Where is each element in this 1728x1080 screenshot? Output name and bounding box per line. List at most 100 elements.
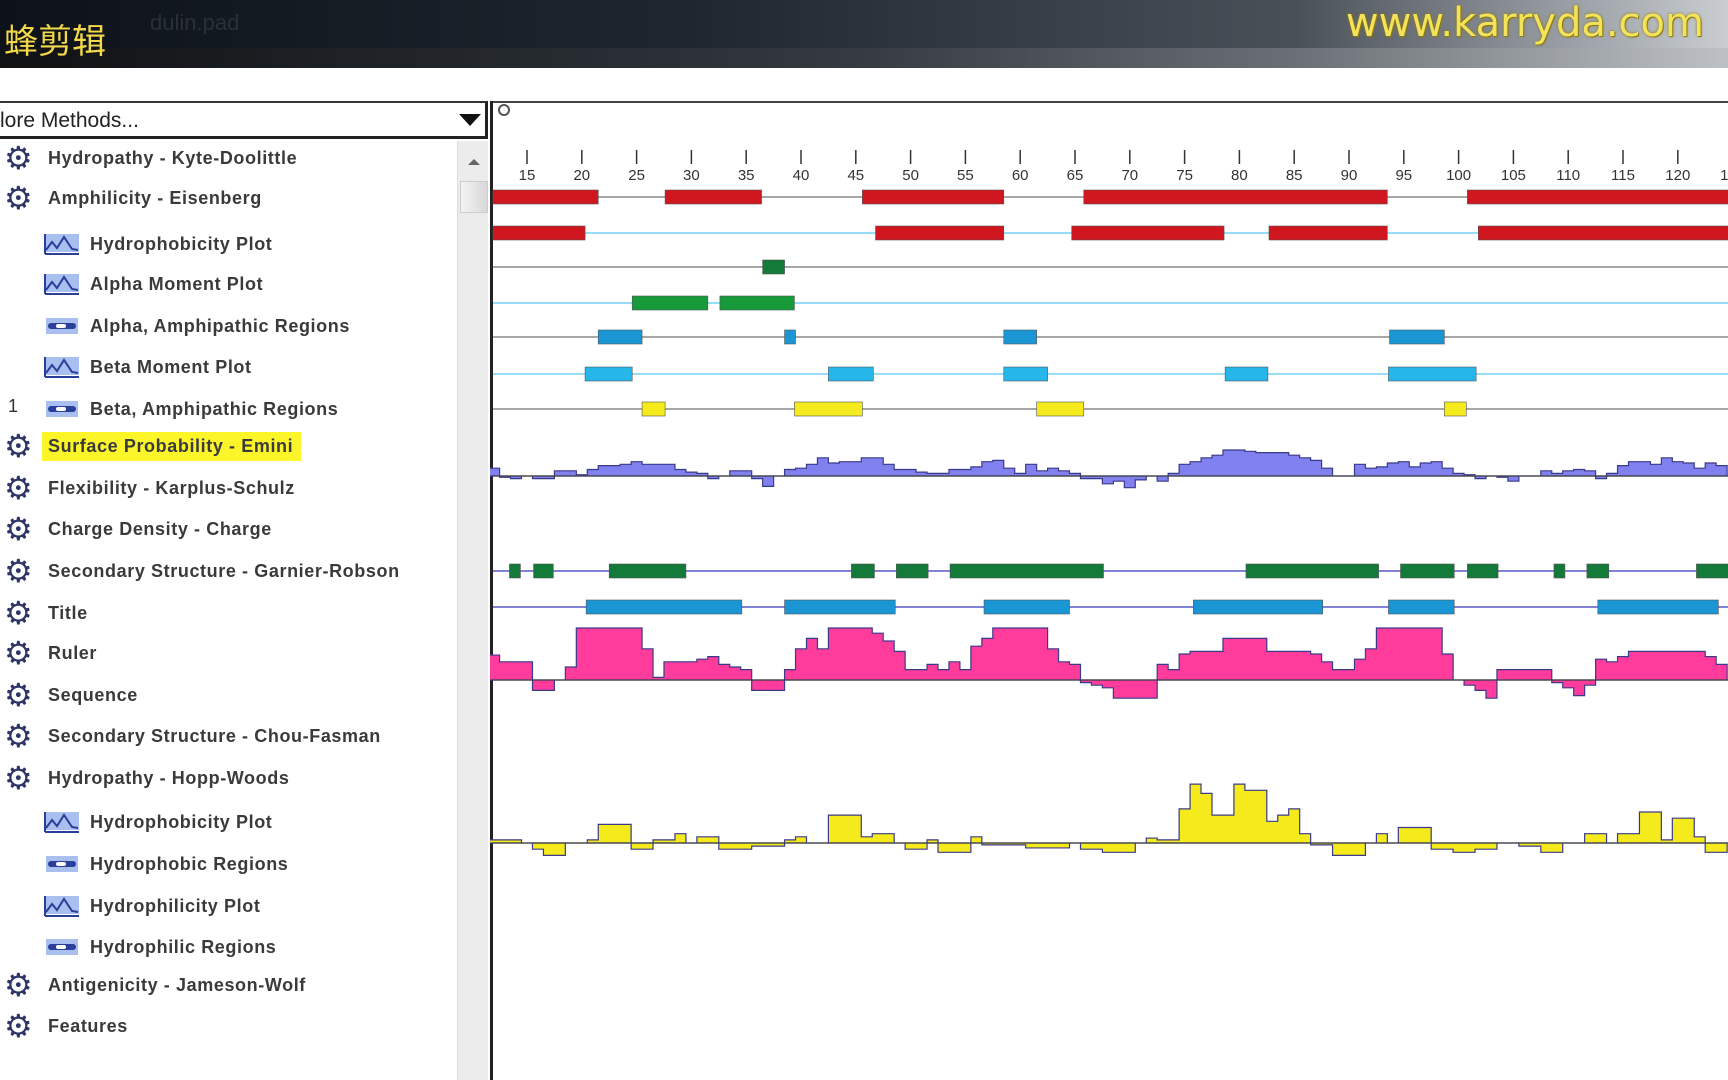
region-bar	[851, 563, 875, 579]
ruler-label: 120	[1665, 167, 1690, 184]
list-item[interactable]: ⚙ Title	[4, 597, 88, 629]
list-item-label: Sequence	[48, 684, 138, 705]
region-bar	[1003, 366, 1048, 382]
list-item[interactable]: Alpha Moment Plot	[44, 269, 263, 299]
list-item-label: Secondary Structure - Garnier-Robson	[48, 560, 400, 581]
region-bar	[1696, 563, 1728, 579]
region-bar	[762, 259, 785, 275]
list-item-label: Alpha, Amphipathic Regions	[90, 315, 350, 336]
ruler-label: 80	[1231, 167, 1248, 184]
list-item[interactable]: ⚙ Flexibility - Karplus-Schulz	[4, 470, 295, 506]
ruler-label: 40	[793, 167, 810, 184]
region-bar	[608, 563, 687, 579]
region-icon	[44, 852, 84, 876]
list-item[interactable]: ⚙ Features	[4, 1008, 128, 1044]
list-item[interactable]: Beta, Amphipathic Regions	[44, 394, 338, 424]
list-item[interactable]: Hydrophobicity Plot	[44, 229, 272, 259]
ruler-label: 115	[1611, 167, 1635, 184]
ruler-label: 105	[1501, 167, 1526, 184]
list-item[interactable]: ⚙ Amphilicity - Eisenberg	[4, 182, 262, 214]
region-bar	[1478, 225, 1728, 241]
list-item[interactable]: ⚙ Ruler	[4, 637, 98, 669]
region-bar	[1224, 366, 1269, 382]
profile-area	[490, 783, 1728, 856]
list-item-label: Flexibility - Karplus-Schulz	[48, 477, 295, 498]
list-item[interactable]: ⚙ Hydropathy - Kyte-Doolittle	[4, 140, 298, 176]
region-bar	[664, 189, 762, 205]
brand-logo: 蜂剪辑	[4, 22, 106, 62]
gear-icon: ⚙	[4, 428, 33, 464]
region-icon	[44, 314, 84, 338]
list-item[interactable]: Hydrophobicity Plot	[44, 807, 272, 837]
region-bar	[492, 225, 586, 241]
region-bar	[597, 329, 643, 345]
ruler-label: 55	[957, 167, 974, 184]
region-bar	[862, 189, 1005, 205]
ruler-label: 100	[1446, 167, 1471, 184]
list-item-label: Beta, Amphipathic Regions	[90, 398, 339, 419]
methods-dropdown[interactable]: lore Methods...	[0, 101, 488, 139]
plot-icon	[44, 894, 84, 918]
region-bar	[1586, 563, 1610, 579]
region-bar	[1400, 563, 1455, 579]
region-bar	[533, 563, 554, 579]
list-item[interactable]: Hydrophobic Regions	[44, 849, 288, 879]
region-bar	[492, 189, 599, 205]
region-bar	[584, 366, 633, 382]
ruler-label: 65	[1067, 167, 1084, 184]
methods-dropdown-value: lore Methods...	[0, 109, 139, 132]
list-item-label: Hydrophobic Regions	[90, 853, 289, 874]
gear-icon: ⚙	[4, 511, 33, 547]
gear-icon: ⚙	[4, 677, 33, 713]
list-item[interactable]: ⚙ Charge Density - Charge	[4, 511, 272, 547]
list-item[interactable]: Hydrophilicity Plot	[44, 891, 260, 921]
list-item[interactable]: Alpha, Amphipathic Regions	[44, 311, 350, 341]
list-item-label: Title	[48, 602, 88, 623]
region-icon	[44, 935, 84, 959]
ruler-label: 75	[1176, 167, 1193, 184]
list-item[interactable]: ⚙ Hydropathy - Hopp-Woods	[4, 762, 289, 794]
region-bar	[1268, 225, 1388, 241]
list-item-label: Antigenicity - Jameson-Wolf	[48, 974, 306, 995]
ruler-label: 125	[1720, 167, 1728, 184]
region-bar	[784, 329, 796, 345]
region-bar	[896, 563, 929, 579]
region-bar	[794, 401, 863, 417]
gear-icon: ⚙	[4, 1008, 33, 1044]
list-item[interactable]: ⚙ Secondary Structure - Garnier-Robson	[4, 555, 400, 587]
list-item-label: Ruler	[48, 642, 98, 663]
list-scrollbar[interactable]	[457, 141, 488, 1080]
plot-icon	[44, 810, 84, 834]
region-bar	[641, 401, 666, 417]
scroll-up-arrow-icon[interactable]	[468, 159, 480, 165]
list-item-label: Amphilicity - Eisenberg	[48, 187, 262, 208]
scrollbar-thumb[interactable]	[460, 181, 488, 213]
list-item[interactable]: ⚙ Antigenicity - Jameson-Wolf	[4, 969, 306, 1001]
plot-icon	[44, 272, 84, 296]
region-bar	[1597, 599, 1719, 615]
list-item[interactable]: ⚙ Surface Probability - Emini	[4, 428, 302, 464]
method-list: ⚙ Hydropathy - Kyte-Doolittle ⚙ Amphilicity…	[0, 141, 457, 1080]
list-item-label: Alpha Moment Plot	[90, 273, 264, 294]
gear-icon: ⚙	[4, 470, 33, 506]
gear-icon: ⚙	[4, 140, 33, 176]
list-item[interactable]: Hydrophilic Regions	[44, 932, 276, 962]
region-bar	[875, 225, 1005, 241]
list-item-label: Hydropathy - Kyte-Doolittle	[48, 147, 298, 168]
list-item[interactable]: Beta Moment Plot	[44, 352, 252, 382]
list-item-label: Features	[48, 1015, 128, 1036]
list-item-label: Beta Moment Plot	[90, 356, 252, 377]
region-bar	[983, 599, 1070, 615]
row-number: 1	[8, 396, 19, 416]
region-bar	[1245, 563, 1379, 579]
region-bar	[784, 599, 896, 615]
document-title: dulin.pad	[150, 10, 240, 35]
chevron-down-icon[interactable]	[459, 114, 481, 126]
list-item[interactable]: ⚙ Sequence	[4, 677, 138, 713]
list-item-label: Hydrophilic Regions	[90, 936, 277, 957]
list-item-label: Charge Density - Charge	[48, 518, 272, 539]
ruler-label: 110	[1556, 167, 1580, 184]
region-bar	[1467, 563, 1499, 579]
list-item[interactable]: ⚙ Secondary Structure - Chou-Fasman	[4, 720, 381, 752]
region-bar	[719, 295, 795, 311]
